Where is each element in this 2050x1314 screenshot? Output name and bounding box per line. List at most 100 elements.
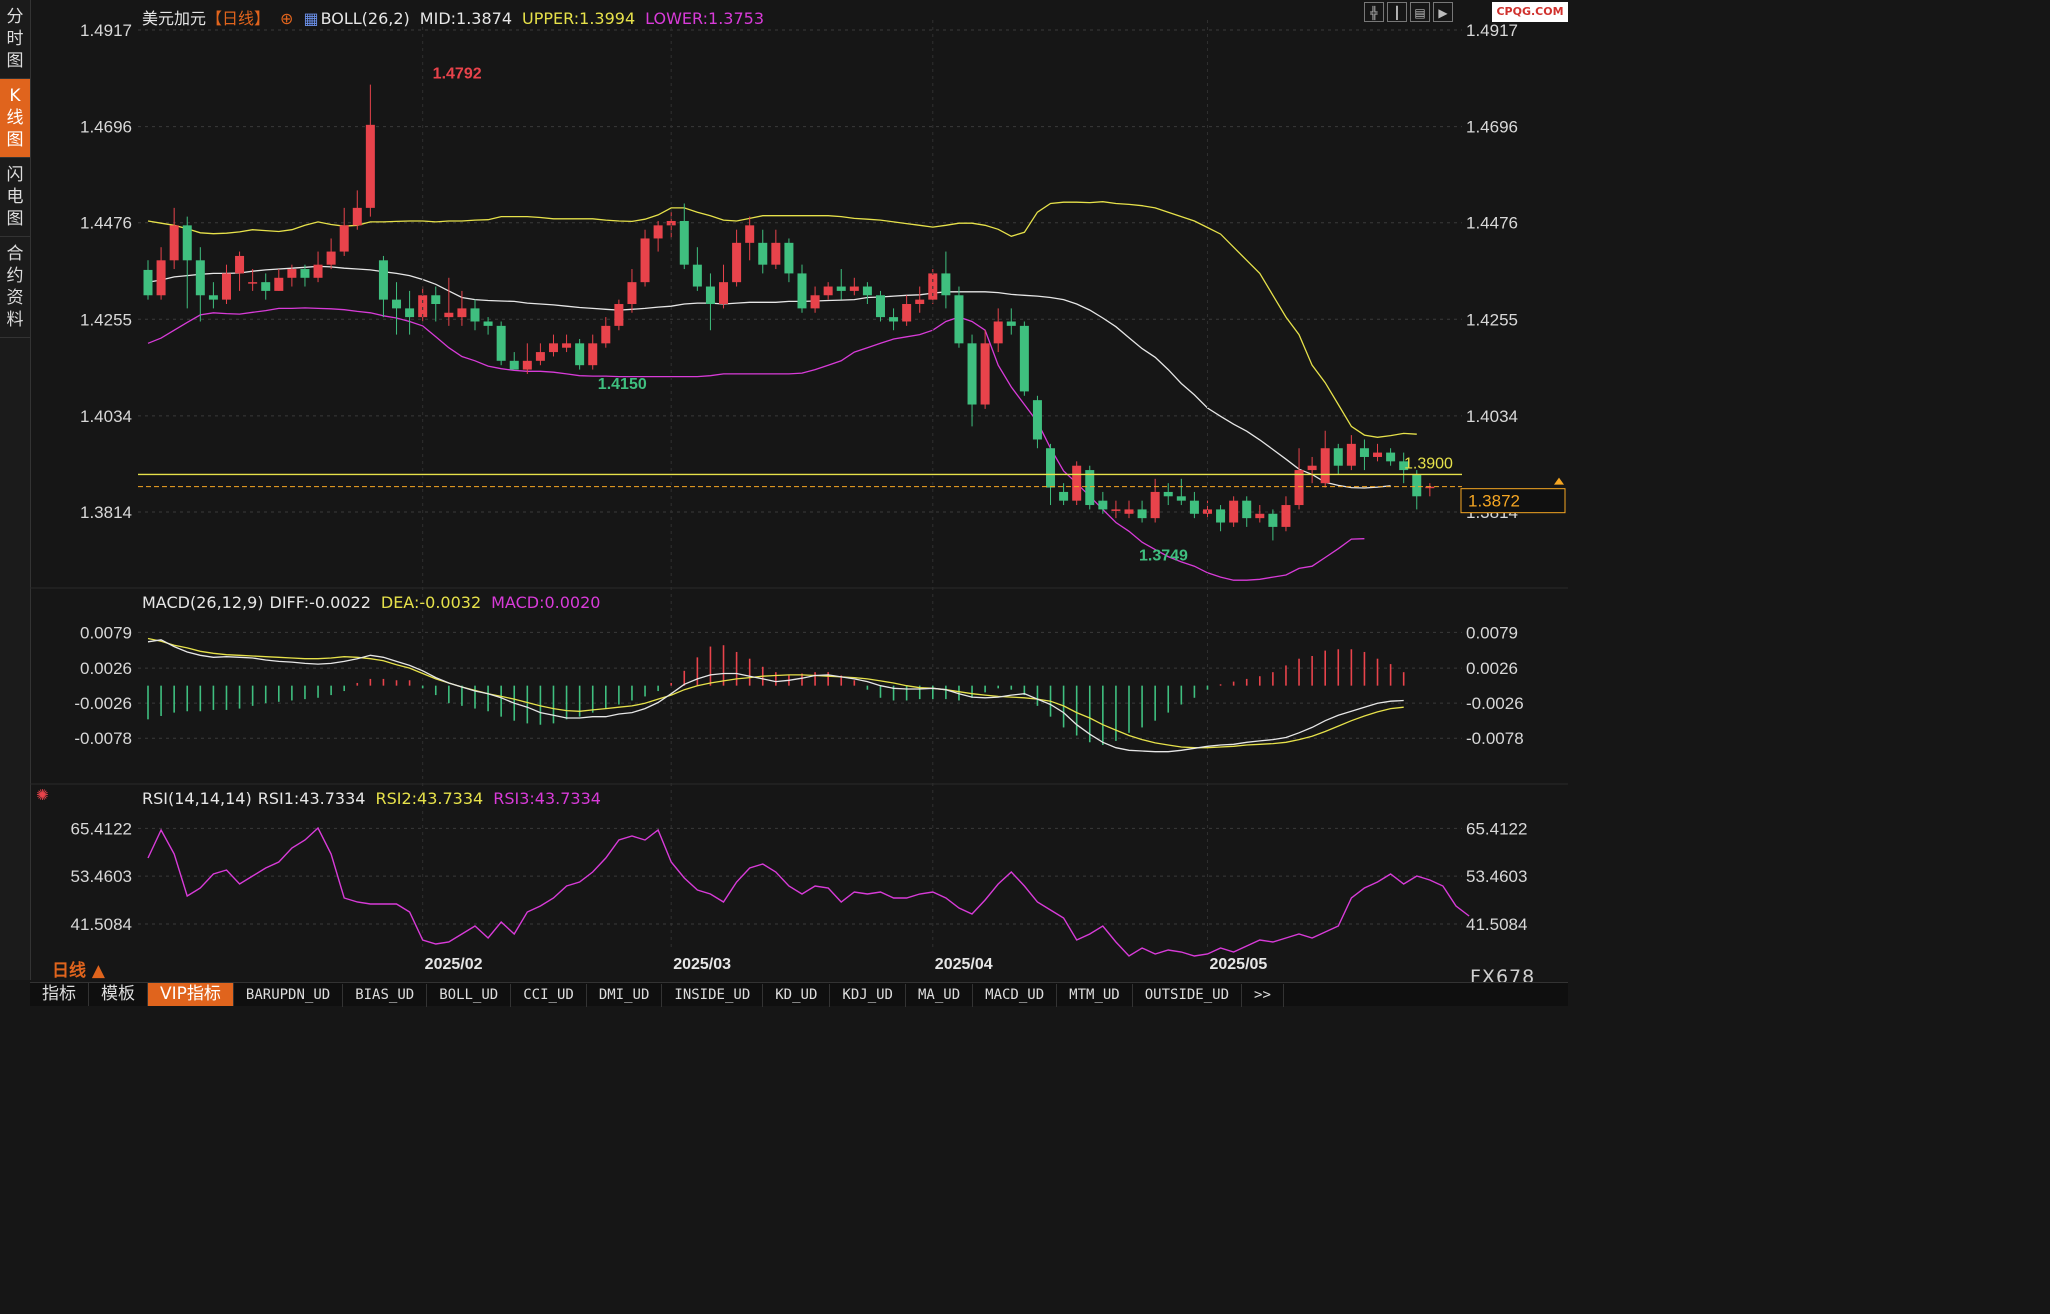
rsi-tick-right: 65.4122 xyxy=(1466,819,1527,838)
tab-cci-ud[interactable]: CCI_UD xyxy=(511,984,587,1007)
candle-body xyxy=(1046,448,1056,488)
tab-bias-ud[interactable]: BIAS_UD xyxy=(343,984,428,1007)
candle-body xyxy=(993,321,1003,344)
candle-body xyxy=(1346,443,1356,466)
candle-body xyxy=(967,343,977,405)
price-tick-left: 1.4476 xyxy=(80,214,132,233)
tab-dmi-ud[interactable]: DMI_UD xyxy=(587,984,663,1007)
crosshair-icon[interactable]: ╬ xyxy=(1364,2,1384,22)
symbol-label: 美元加元 xyxy=(142,9,207,28)
current-price-marker xyxy=(1554,477,1564,485)
macd-tick-right: -0.0078 xyxy=(1466,729,1524,748)
candle-body xyxy=(1059,491,1069,501)
price-tick-right: 1.4696 xyxy=(1466,118,1518,137)
candle-body xyxy=(902,304,912,322)
sidebar-item-2[interactable]: 闪电图 xyxy=(0,158,30,237)
next-icon[interactable]: ▶ xyxy=(1433,2,1453,22)
candle-body xyxy=(274,277,284,291)
bar-style-icon[interactable]: ┃ xyxy=(1387,2,1407,22)
sidebar-item-0[interactable]: 分时图 xyxy=(0,0,30,79)
tab-ma-ud[interactable]: MA_UD xyxy=(906,984,974,1007)
rsi3-value: RSI3:43.7334 xyxy=(493,789,601,808)
candle-body xyxy=(745,225,755,243)
macd-label: MACD(26,12,9) xyxy=(142,593,264,612)
macd-tick-left: -0.0026 xyxy=(74,694,132,713)
tab-inside-ud[interactable]: INSIDE_UD xyxy=(662,984,764,1007)
tab-barupdn-ud[interactable]: BARUPDN_UD xyxy=(234,984,344,1007)
macd-tick-left: -0.0078 xyxy=(74,729,132,748)
toolbar-icons: ╬ ┃ ▤ ▶ xyxy=(1364,2,1456,22)
candle-body xyxy=(640,238,650,283)
price-tick-left: 1.4917 xyxy=(80,21,132,40)
candle-body xyxy=(1294,470,1304,506)
candle-body xyxy=(849,286,859,291)
tab-指标[interactable]: 指标 xyxy=(30,983,89,1006)
tab--[interactable]: >> xyxy=(1242,984,1284,1007)
candle-body xyxy=(522,360,532,370)
candle-body xyxy=(1150,491,1160,519)
tab-boll-ud[interactable]: BOLL_UD xyxy=(427,984,512,1007)
date-tick: 2025/05 xyxy=(1209,956,1267,973)
candle-body xyxy=(1124,509,1134,514)
candle-body xyxy=(300,269,310,278)
price-tick-left: 1.3814 xyxy=(80,503,132,522)
rsi-tick-right: 53.4603 xyxy=(1466,867,1527,886)
macd-legend: MACD(26,12,9) DIFF:-0.0022 DEA:-0.0032 MACD… xyxy=(142,593,610,612)
candle-body xyxy=(1255,513,1265,519)
rsi-legend: RSI(14,14,14) RSI1:43.7334 RSI2:43.7334 RSI… xyxy=(142,789,611,808)
tab-macd-ud[interactable]: MACD_UD xyxy=(973,984,1058,1007)
price-tick-right: 1.4255 xyxy=(1466,310,1518,329)
candle-body xyxy=(875,295,885,318)
period-selector[interactable]: 日线 ▲ xyxy=(52,956,105,981)
macd-diff-line xyxy=(147,639,1404,753)
candle-body xyxy=(954,295,964,344)
candle-body xyxy=(156,260,166,296)
candle-body xyxy=(326,251,336,265)
candle-body xyxy=(221,273,231,300)
boll-lower-line xyxy=(147,307,1365,581)
candle-body xyxy=(1216,509,1226,523)
chart-area[interactable]: 1.4917 1.4917 1.4696 1.4696 1.4476 1.4476 1.42… xyxy=(30,0,1568,980)
candle-body xyxy=(1320,448,1330,484)
tab-kdj-ud[interactable]: KDJ_UD xyxy=(830,984,906,1007)
candle-body xyxy=(195,260,205,296)
sidebar-item-3[interactable]: 合约资料 xyxy=(0,237,30,338)
zoom-icon[interactable]: ▤ xyxy=(1410,2,1430,22)
candle-body xyxy=(1229,500,1239,523)
price-tick-right: 1.4476 xyxy=(1466,214,1518,233)
candle-body xyxy=(1333,448,1343,466)
candle-body xyxy=(941,273,951,296)
macd-tick-right: 0.0026 xyxy=(1466,659,1518,678)
candle-body xyxy=(509,360,519,370)
price-tick-left: 1.4696 xyxy=(80,118,132,137)
macd-dea-line xyxy=(147,637,1404,749)
candle-body xyxy=(1032,400,1042,440)
tab-模板[interactable]: 模板 xyxy=(89,983,148,1006)
price-tick-right: 1.4917 xyxy=(1466,21,1518,40)
tab-vip指标[interactable]: VIP指标 xyxy=(148,983,234,1006)
sidebar-item-1[interactable]: K线图 xyxy=(0,79,30,158)
candle-body xyxy=(719,282,729,305)
candle-body xyxy=(1006,321,1016,326)
candle-body xyxy=(1242,500,1252,519)
candle-body xyxy=(771,242,781,265)
rsi-tick-left: 65.4122 xyxy=(71,819,132,838)
date-tick: 2025/03 xyxy=(673,956,731,973)
settings-icon[interactable]: ⊕ xyxy=(280,9,293,28)
candle-body xyxy=(1072,465,1082,501)
rsi-label: RSI(14,14,14) xyxy=(142,789,252,808)
macd-tick-right: 0.0079 xyxy=(1466,623,1518,642)
candle-body xyxy=(1268,513,1278,527)
macd-dea: DEA:-0.0032 xyxy=(380,593,482,612)
tab-kd-ud[interactable]: KD_UD xyxy=(763,984,831,1007)
indicator-icon[interactable]: ▦ xyxy=(303,9,318,28)
sun-icon[interactable]: ✺ xyxy=(36,786,49,804)
macd-tick-right: -0.0026 xyxy=(1466,694,1524,713)
candle-body xyxy=(588,343,598,366)
macd-diff: DIFF:-0.0022 xyxy=(269,593,371,612)
rsi-tick-left: 41.5084 xyxy=(71,915,132,934)
candle-body xyxy=(352,207,362,226)
tab-outside-ud[interactable]: OUTSIDE_UD xyxy=(1133,984,1243,1007)
tab-mtm-ud[interactable]: MTM_UD xyxy=(1057,984,1133,1007)
candle-body xyxy=(143,269,153,296)
